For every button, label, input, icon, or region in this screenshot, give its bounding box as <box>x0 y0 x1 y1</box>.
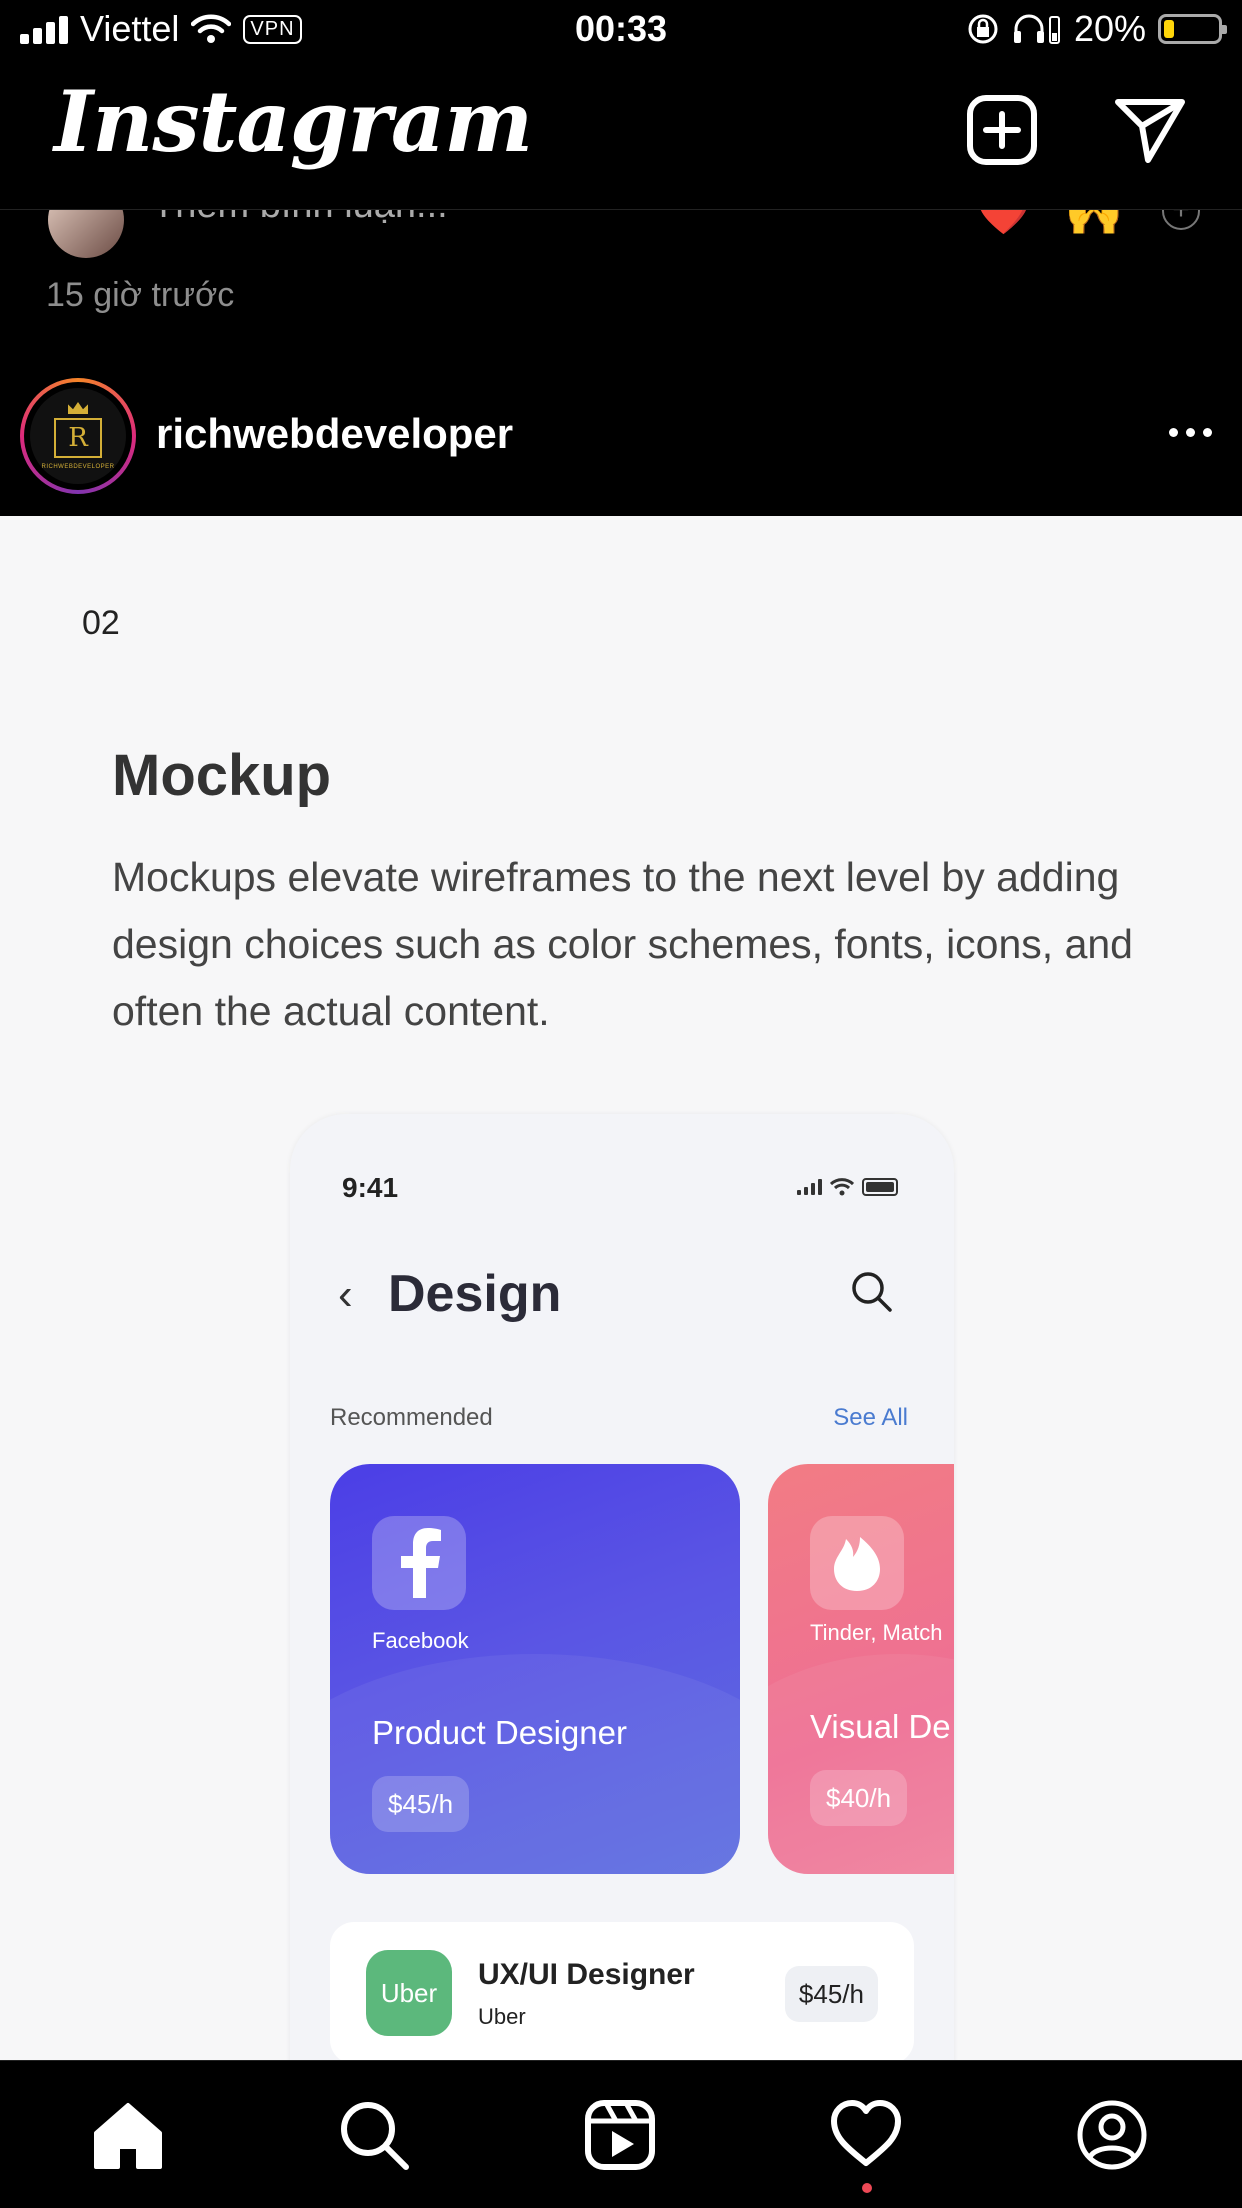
facebook-logo-icon <box>372 1516 466 1610</box>
reels-icon[interactable] <box>584 2099 656 2171</box>
mockup-job-row: Uber UX/UI Designer Uber $45/h <box>330 1922 914 2060</box>
card-role: Visual De <box>810 1708 951 1745</box>
card-company: Facebook <box>372 1628 469 1653</box>
mockup-job-card: Facebook Product Designer $45/h <box>330 1464 740 1874</box>
mockup-see-all: See All <box>833 1404 908 1431</box>
app-header: Instagram <box>0 62 1242 210</box>
card-rate: $45/h <box>372 1776 470 1832</box>
card-role: Product Designer <box>372 1714 627 1751</box>
bottom-nav <box>0 2060 1242 2208</box>
new-post-icon[interactable] <box>966 94 1038 166</box>
previous-post-footer: Thêm bình luận... ❤️ 🙌 + 15 giờ trước <box>0 210 1242 360</box>
home-icon[interactable] <box>92 2099 164 2171</box>
profile-icon[interactable] <box>1076 2099 1148 2171</box>
post-author-avatar: R RICHWEBDEVELOPER <box>30 388 126 484</box>
orientation-lock-icon <box>968 14 998 44</box>
battery-icon <box>1158 14 1227 44</box>
post-header: R RICHWEBDEVELOPER richwebdeveloper <box>0 360 1242 516</box>
current-user-avatar <box>48 210 124 258</box>
avatar-subtext: RICHWEBDEVELOPER <box>41 464 115 470</box>
slide-description: Mockups elevate wireframes to the next l… <box>112 854 1133 1034</box>
job-title: UX/UI Designer <box>478 1958 695 1991</box>
mockup-signal-icon <box>797 1179 822 1195</box>
instagram-logo[interactable]: Instagram <box>54 72 533 171</box>
headphones-icon <box>1013 14 1060 44</box>
tinder-logo-icon <box>810 1516 904 1610</box>
post-username[interactable]: richwebdeveloper <box>156 410 513 458</box>
mockup-section-label: Recommended <box>330 1404 493 1431</box>
mockup-wifi-icon <box>830 1178 854 1196</box>
status-right: 20% <box>966 8 1227 50</box>
uber-logo: Uber <box>366 1950 452 2036</box>
mockup-job-card: Tinder, Match Visual De $40/h <box>768 1464 954 1874</box>
mockup-back-icon: ‹ <box>338 1270 353 1319</box>
mockup-search-icon <box>852 1272 892 1312</box>
card-company: Tinder, Match <box>810 1620 943 1645</box>
post-timestamp: 15 giờ trước <box>46 276 235 314</box>
activity-icon[interactable] <box>830 2099 902 2171</box>
post-image[interactable]: 02 Mockup Mockups elevate wireframes to … <box>0 516 1242 2060</box>
mockup-battery-icon <box>862 1178 898 1196</box>
crown-icon <box>68 402 88 414</box>
direct-message-icon[interactable] <box>1114 94 1186 166</box>
mockup-status-icons <box>797 1178 898 1196</box>
add-reaction-icon[interactable]: + <box>1162 210 1200 230</box>
slide-number: 02 <box>82 604 120 642</box>
story-ring[interactable]: R RICHWEBDEVELOPER <box>20 378 136 494</box>
quick-reaction-hands[interactable]: 🙌 <box>1064 210 1124 239</box>
avatar-monogram: R <box>54 418 102 458</box>
mockup-time: 9:41 <box>342 1172 399 1203</box>
more-options-icon[interactable] <box>1169 428 1212 437</box>
slide-title: Mockup <box>112 743 332 808</box>
mockup-screen-title: Design <box>388 1265 562 1323</box>
card-rate: $40/h <box>810 1770 908 1826</box>
status-bar: Viettel VPN 00:33 20% <box>0 0 1242 62</box>
battery-percent: 20% <box>1073 8 1146 49</box>
notification-dot <box>862 2183 872 2193</box>
search-icon[interactable] <box>338 2099 410 2171</box>
add-comment-input[interactable]: Thêm bình luận... <box>152 210 448 227</box>
job-rate: $45/h <box>784 1966 878 2022</box>
phone-mockup: 9:41 ‹ Design Recommended See All Facebo… <box>290 1114 954 2060</box>
job-company: Uber <box>478 2004 526 2029</box>
quick-reaction-heart[interactable]: ❤️ <box>976 210 1031 238</box>
